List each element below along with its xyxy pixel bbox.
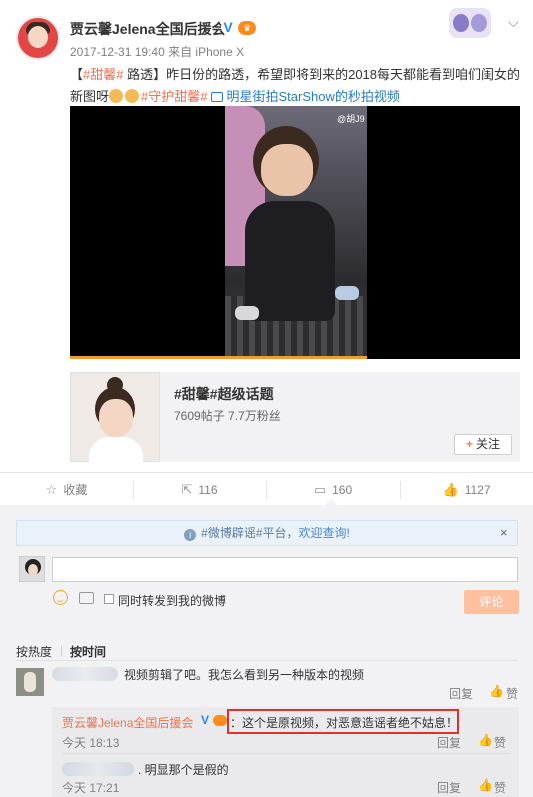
reply-button[interactable]: 回复: [437, 734, 461, 751]
repost-icon: ⇱: [181, 482, 193, 497]
thumbs-up-icon[interactable]: 👍: [478, 733, 493, 747]
video-player[interactable]: @胡J9: [70, 106, 520, 359]
reply-button[interactable]: 回复: [437, 779, 461, 796]
reply-button[interactable]: 回复: [449, 685, 473, 702]
sort-by-hot[interactable]: 按热度: [16, 643, 52, 660]
comment-pointer: [324, 499, 338, 506]
video-watermark: @胡J9: [337, 114, 365, 124]
reply-text: . 明显那个是假的: [138, 763, 229, 777]
repost-checkbox[interactable]: [104, 594, 114, 604]
author-avatar[interactable]: [16, 16, 60, 60]
reply-author[interactable]: 贾云馨Jelena全国后援会: [62, 714, 193, 731]
reply-time: 今天 17:21: [62, 781, 120, 795]
video-link-icon: [211, 92, 224, 102]
repost-checkbox-label: 同时转发到我的微博: [118, 594, 227, 608]
video-progress-bar[interactable]: [70, 356, 367, 359]
topic-stats: 7609帖子 7.7万粉丝: [174, 409, 281, 423]
commenter-avatar[interactable]: [16, 668, 44, 696]
rumor-notice-bar: i #微博辟谣#平台，欢迎查询!: [16, 520, 518, 546]
info-icon: i: [184, 529, 197, 541]
redacted-username: [62, 762, 134, 776]
topic-link-tianxin[interactable]: #甜馨#: [83, 67, 123, 82]
thumbs-up-icon[interactable]: 👍: [478, 778, 493, 792]
topic-thumbnail: [70, 372, 160, 463]
sort-separator: |: [60, 643, 64, 657]
favorite-label: 收藏: [63, 483, 88, 497]
submit-comment-button[interactable]: 评论: [464, 590, 519, 614]
emoji-icon: [109, 89, 124, 103]
comment-icon: ▭: [313, 482, 327, 497]
plus-icon: +: [465, 437, 473, 451]
like-button[interactable]: 👍 1127: [400, 473, 533, 506]
my-avatar: [19, 556, 45, 582]
follow-button[interactable]: + 关注: [454, 434, 512, 455]
like-label[interactable]: 赞: [494, 734, 506, 751]
repost-count: 116: [198, 483, 218, 497]
comment-count: 160: [332, 483, 353, 497]
vip-crown-icon: ♛: [238, 21, 256, 35]
author-name[interactable]: 贾云馨Jelena全国后援会: [70, 19, 226, 39]
repost-button[interactable]: ⇱ 116: [133, 473, 266, 506]
like-label[interactable]: 赞: [506, 685, 518, 702]
owl-sticker-icon: [449, 8, 491, 38]
action-bar: ☆ 收藏 ⇱ 116 ▭ 160 👍 1127: [0, 472, 533, 505]
bracket: 【: [70, 67, 84, 82]
close-icon[interactable]: ×: [500, 525, 508, 540]
post-meta: 2017-12-31 19:40 来自 iPhone X: [70, 45, 245, 59]
video-frame: @胡J9: [225, 106, 367, 356]
topic-title[interactable]: #甜馨#超级话题: [174, 384, 274, 404]
reply-time: 今天 18:13: [62, 736, 120, 750]
verified-icon: V: [201, 713, 210, 727]
topic-link-shouhu[interactable]: #守护甜馨#: [141, 89, 207, 104]
like-count: 1127: [464, 483, 491, 497]
divider: [62, 753, 510, 754]
chevron-down-icon[interactable]: ⌵: [508, 14, 519, 31]
follow-label: 关注: [476, 437, 501, 451]
redacted-username: [52, 667, 118, 681]
comment-input[interactable]: [52, 557, 518, 582]
comment-text: 视频剪辑了吧。我怎么看到另一种版本的视频: [124, 668, 365, 682]
notice-text: #微博辟谣#平台，: [201, 526, 299, 540]
thumbs-up-icon: 👍: [442, 482, 459, 497]
thumbs-up-icon[interactable]: 👍: [489, 684, 504, 698]
video-source-link[interactable]: 明星街拍StarShow的秒拍视频: [226, 89, 399, 104]
divider: [16, 660, 518, 661]
image-icon[interactable]: [79, 592, 94, 604]
notice-link[interactable]: 欢迎查询!: [299, 526, 350, 540]
post-text: 【#甜馨# 路透】昨日份的路透，希望即将到来的2018每天都能看到咱们闺女的新图…: [70, 64, 522, 108]
vip-crown-icon: [213, 715, 227, 726]
sort-by-time[interactable]: 按时间: [70, 643, 106, 660]
favorite-button[interactable]: ☆ 收藏: [0, 473, 133, 506]
emoji-icon[interactable]: [53, 590, 68, 605]
like-label[interactable]: 赞: [494, 779, 506, 796]
star-icon: ☆: [45, 482, 58, 497]
reply-text: ：这个是原视频，对恶意造谣者绝不姑息！: [230, 716, 459, 730]
super-topic-card[interactable]: #甜馨#超级话题 7609帖子 7.7万粉丝 + 关注: [70, 372, 520, 463]
emoji-icon: [125, 89, 140, 103]
verified-icon: V: [221, 20, 235, 34]
